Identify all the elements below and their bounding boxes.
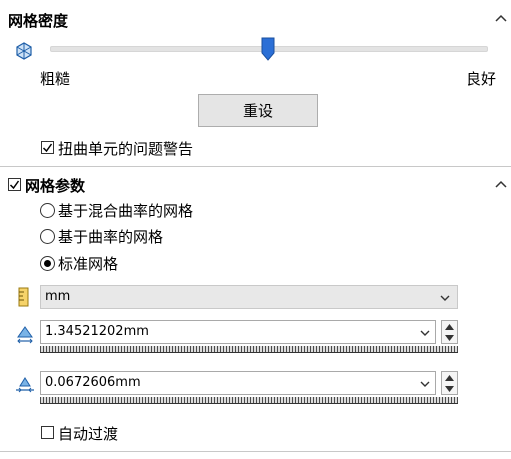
chevron-up-icon[interactable]: [494, 178, 508, 192]
auto-transition-label: 自动过渡: [58, 425, 119, 443]
ruler-icon: [18, 287, 29, 307]
fine-label: 良好: [466, 70, 497, 88]
radio-label: 基于混合曲率的网格: [58, 202, 194, 220]
element-size-thumbwheel[interactable]: [40, 346, 458, 353]
unit-select[interactable]: mm: [40, 285, 458, 309]
radio-label: 基于曲率的网格: [58, 228, 164, 246]
tolerance-thumbwheel[interactable]: [40, 397, 458, 404]
tolerance-value: 0.0672606mm: [45, 375, 141, 390]
unit-select-value: mm: [45, 289, 71, 304]
element-size-spinner[interactable]: [441, 320, 458, 344]
spin-down-icon[interactable]: [445, 334, 454, 342]
reset-button[interactable]: 重设: [198, 94, 318, 127]
checkmark-icon: [9, 180, 20, 190]
element-size-icon: [17, 326, 33, 344]
bottom-divider: [0, 451, 511, 452]
element-size-value: 1.34521202mm: [45, 324, 149, 339]
chevron-down-icon: [440, 295, 450, 301]
radio-curvature[interactable]: [40, 229, 55, 244]
chevron-up-icon[interactable]: [494, 12, 508, 26]
warn-distorted-label: 扭曲单元的问题警告: [58, 140, 194, 158]
spin-down-icon[interactable]: [445, 385, 454, 393]
spin-up-icon[interactable]: [445, 374, 454, 382]
mesh-params-checkbox[interactable]: [8, 178, 21, 191]
warn-distorted-checkbox[interactable]: [41, 141, 54, 154]
spin-up-icon[interactable]: [445, 323, 454, 331]
element-size-field[interactable]: 1.34521202mm: [40, 320, 436, 344]
radio-blended-curvature[interactable]: [40, 203, 55, 218]
section-title-mesh-density: 网格密度: [8, 12, 69, 30]
radio-label: 标准网格: [58, 255, 119, 273]
auto-transition-checkbox[interactable]: [41, 426, 54, 439]
tolerance-icon: [16, 377, 34, 393]
tolerance-spinner[interactable]: [441, 371, 458, 395]
mesh-density-icon: [16, 42, 32, 60]
tolerance-field[interactable]: 0.0672606mm: [40, 371, 436, 395]
section-title-mesh-params: 网格参数: [25, 177, 86, 195]
checkmark-icon: [42, 143, 53, 153]
chevron-down-icon[interactable]: [419, 378, 431, 390]
coarse-label: 粗糙: [40, 70, 71, 88]
slider-thumb[interactable]: [261, 37, 275, 61]
section-divider: [0, 166, 511, 167]
chevron-down-icon[interactable]: [419, 327, 431, 339]
radio-standard[interactable]: [40, 256, 55, 271]
